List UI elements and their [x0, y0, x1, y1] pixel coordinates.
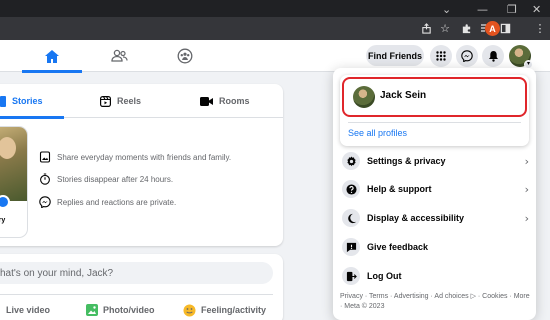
tab-friends[interactable]	[89, 40, 149, 72]
menu-item-label: Log Out	[367, 271, 402, 281]
menu-item-log-out[interactable]: Log Out	[340, 263, 529, 289]
menu-footer-links[interactable]: Privacy · Terms · Advertising · Ad choic…	[340, 292, 530, 312]
notifications-icon	[488, 51, 498, 62]
video-icon	[200, 96, 213, 106]
tab-stories-label: Stories	[12, 96, 43, 106]
profile-name: Jack Sein	[380, 90, 427, 101]
messenger-button[interactable]	[456, 45, 478, 67]
avatar	[353, 86, 375, 108]
groups-icon	[177, 48, 193, 64]
tab-stories[interactable]: Stories	[0, 84, 64, 119]
tab-search-icon[interactable]: ⌄	[442, 3, 451, 16]
tab-reels-label: Reels	[117, 96, 142, 106]
menu-item-label: Give feedback	[367, 242, 429, 252]
story-info-share: Share everyday moments with friends and …	[39, 151, 231, 163]
gear-icon	[342, 152, 360, 170]
menu-item-label: Help & support	[367, 184, 432, 194]
feeling-activity-button[interactable]: Feeling/activity	[183, 299, 266, 320]
see-all-profiles-link[interactable]: See all profiles	[348, 128, 407, 138]
reels-icon	[100, 95, 111, 107]
browser-profile-avatar[interactable]: A	[485, 21, 500, 36]
menu-item-help-support[interactable]: Help & support ›	[340, 176, 529, 202]
story-preview-image	[0, 127, 27, 201]
feeling-activity-label: Feeling/activity	[201, 305, 267, 315]
menu-grid-icon	[436, 51, 446, 61]
story-info-private: Replies and reactions are private.	[39, 196, 176, 208]
minimize-button[interactable]: —	[477, 3, 488, 16]
menu-grid-button[interactable]	[430, 45, 452, 67]
browser-chrome: ⌄ — ❐ ✕ ☆ A ⋮	[0, 0, 550, 40]
find-friends-button[interactable]: Find Friends	[366, 45, 424, 66]
star-icon[interactable]: ☆	[437, 20, 453, 36]
menu-item-display-accessibility[interactable]: Display & accessibility ›	[340, 205, 529, 231]
stories-card: Stories Reels Rooms tory Share everyday …	[0, 84, 283, 246]
stopwatch-icon	[39, 173, 51, 185]
chevron-right-icon: ›	[524, 154, 529, 168]
story-info-disappear: Stories disappear after 24 hours.	[39, 173, 173, 185]
help-icon	[342, 180, 360, 198]
tab-groups[interactable]	[155, 40, 215, 72]
live-video-icon	[0, 304, 1, 316]
messenger-icon	[39, 196, 51, 208]
home-icon	[45, 49, 59, 63]
tab-rooms-label: Rooms	[219, 96, 250, 106]
photo-video-button[interactable]: Photo/video	[86, 299, 155, 320]
stories-tabs: Stories Reels Rooms	[0, 84, 283, 119]
live-video-label: Live video	[6, 305, 51, 315]
messenger-icon	[461, 50, 473, 62]
create-story-label: tory	[0, 217, 6, 224]
more-vert-icon[interactable]: ⋮	[532, 20, 548, 36]
photo-frame-icon	[39, 151, 51, 163]
tab-rooms[interactable]: Rooms	[200, 84, 250, 118]
menu-item-label: Display & accessibility	[367, 213, 465, 223]
smile-icon	[183, 304, 196, 316]
story-info-text: Stories disappear after 24 hours.	[57, 174, 174, 184]
book-icon	[0, 95, 6, 107]
maximize-button[interactable]: ❐	[507, 3, 517, 16]
friends-icon	[110, 49, 128, 62]
story-info-text: Share everyday moments with friends and …	[57, 152, 232, 162]
photo-video-label: Photo/video	[103, 305, 155, 315]
create-story-card[interactable]: tory	[0, 127, 27, 237]
share-icon[interactable]	[418, 20, 434, 36]
chevron-right-icon: ›	[524, 211, 529, 225]
post-composer: hat's on your mind, Jack? Live video Pho…	[0, 254, 283, 320]
close-window-button[interactable]: ✕	[532, 3, 541, 16]
profile-box: Jack Sein See all profiles	[340, 75, 529, 146]
logout-icon	[342, 267, 360, 285]
account-menu: Jack Sein See all profiles Settings & pr…	[333, 68, 536, 320]
whats-on-your-mind-input[interactable]: hat's on your mind, Jack?	[0, 262, 273, 284]
divider	[348, 122, 521, 123]
plus-icon	[0, 195, 10, 209]
extensions-icon[interactable]	[458, 20, 474, 36]
menu-item-label: Settings & privacy	[367, 156, 446, 166]
feedback-icon	[342, 238, 360, 256]
divider	[0, 294, 273, 295]
live-video-button[interactable]: Live video	[0, 299, 50, 320]
chevron-right-icon: ›	[524, 182, 529, 196]
menu-item-give-feedback[interactable]: Give feedback	[340, 234, 529, 260]
moon-icon	[342, 209, 360, 227]
tab-reels[interactable]: Reels	[100, 84, 141, 118]
story-info-text: Replies and reactions are private.	[57, 197, 177, 207]
notifications-button[interactable]	[482, 45, 504, 67]
tab-home[interactable]	[22, 40, 82, 73]
profile-row[interactable]: Jack Sein	[342, 77, 527, 117]
photo-icon	[86, 304, 98, 316]
menu-item-settings-privacy[interactable]: Settings & privacy ›	[340, 148, 529, 174]
